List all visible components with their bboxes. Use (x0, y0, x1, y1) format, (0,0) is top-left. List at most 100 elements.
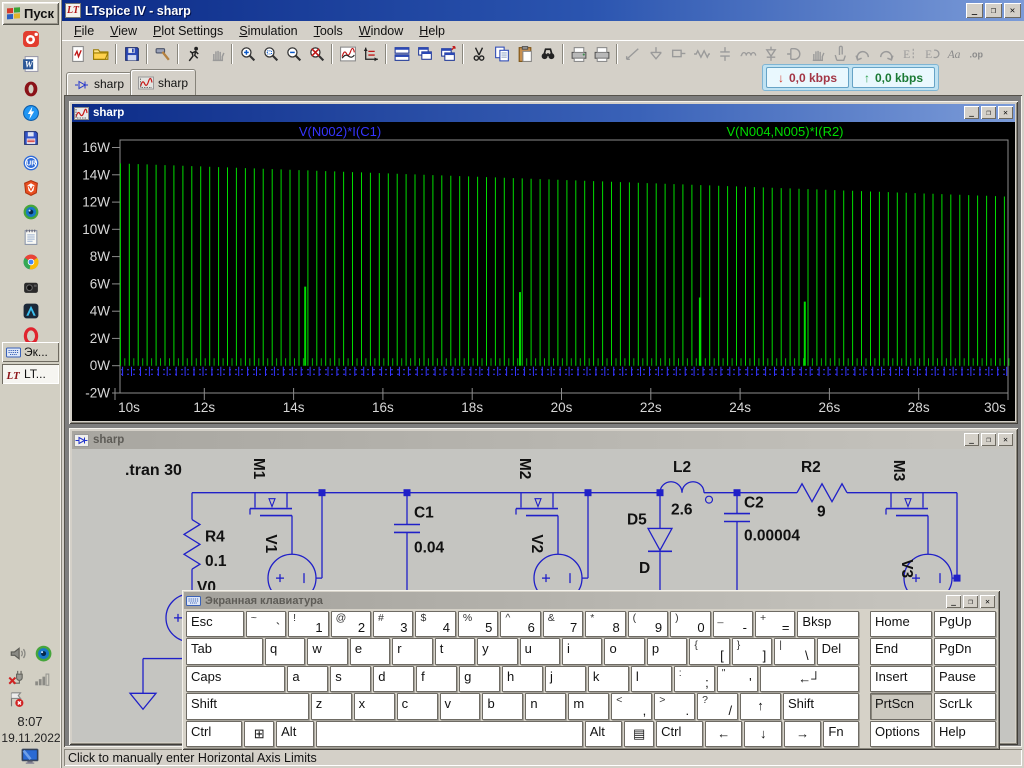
tab-sharp-schematic[interactable]: sharp (66, 72, 132, 95)
key-lctrl[interactable]: Ctrl (186, 721, 242, 747)
app-icon-floppy-save[interactable] (22, 129, 40, 147)
start-button[interactable]: Пуск (2, 2, 59, 25)
key-h[interactable]: h (502, 666, 543, 692)
toolbar-zoom-full-button[interactable] (305, 43, 328, 65)
tab-sharp-waveform[interactable]: sharp (130, 69, 196, 95)
key-3[interactable]: #3 (373, 611, 413, 637)
key-rshift[interactable]: Shift (783, 693, 859, 719)
key-6[interactable]: ^6 (500, 611, 540, 637)
key-9[interactable]: (9 (628, 611, 668, 637)
app-icon-screen-recorder[interactable] (22, 30, 40, 48)
toolbar-cut-button[interactable] (467, 43, 490, 65)
schem-close-button[interactable]: ✕ (998, 433, 1013, 446)
key-backslash[interactable]: |\ (774, 638, 814, 664)
app-icon-camera[interactable] (22, 278, 40, 296)
tray-icon-alerts-flag[interactable] (7, 690, 25, 708)
key-lshift[interactable]: Shift (186, 693, 309, 719)
key-insert[interactable]: Insert (870, 666, 932, 692)
wave-close-button[interactable]: ✕ (998, 106, 1013, 119)
app-icon-opera-mini[interactable] (22, 80, 40, 98)
key-m[interactable]: m (568, 693, 609, 719)
key-w[interactable]: w (307, 638, 347, 664)
toolbar-save-button[interactable] (120, 43, 143, 65)
key-down[interactable]: ↓ (744, 721, 781, 747)
key-semicolon[interactable]: :; (674, 666, 715, 692)
waveform-plot[interactable]: 16W14W12W10W8W6W4W2W0W-2W10s12s14s16s18s… (72, 122, 1015, 421)
key-scrlk[interactable]: ScrLk (934, 693, 996, 719)
key-a[interactable]: a (287, 666, 328, 692)
key-pause[interactable]: Pause (934, 666, 996, 692)
toolbar-control-panel-button[interactable] (151, 43, 174, 65)
key-p[interactable]: p (647, 638, 687, 664)
taskbar-button-keyboard[interactable]: Эк... (2, 342, 59, 362)
key-quote[interactable]: "' (717, 666, 758, 692)
title-bar[interactable]: LT LTspice IV - sharp _ ❐ ✕ (62, 0, 1024, 21)
tray-icon-signal-bars[interactable] (33, 669, 51, 687)
key-tab[interactable]: Tab (186, 638, 263, 664)
key-home[interactable]: Home (870, 611, 932, 637)
key-q[interactable]: q (265, 638, 305, 664)
wave-minimize-button[interactable]: _ (964, 106, 979, 119)
key-g[interactable]: g (459, 666, 500, 692)
key-1[interactable]: !1 (288, 611, 328, 637)
key-left[interactable]: ← (705, 721, 742, 747)
key-fn[interactable]: Fn (823, 721, 859, 747)
app-icon-webcam[interactable] (22, 203, 40, 221)
key-s[interactable]: s (330, 666, 371, 692)
key-u[interactable]: u (520, 638, 560, 664)
toolbar-new-schematic-button[interactable] (66, 43, 89, 65)
key-8[interactable]: *8 (585, 611, 625, 637)
app-icon-notepad[interactable] (22, 228, 40, 246)
maximize-button[interactable]: ❐ (985, 3, 1002, 18)
key-space[interactable] (316, 721, 583, 747)
key-caps[interactable]: Caps (186, 666, 285, 692)
taskbar-button-ltspice[interactable]: LTLT... (2, 364, 59, 384)
toolbar-find-button[interactable] (536, 43, 559, 65)
menu-help[interactable]: Help (411, 23, 453, 39)
key-e[interactable]: e (350, 638, 390, 664)
key-slash[interactable]: ?/ (697, 693, 738, 719)
menu-tools[interactable]: Tools (306, 23, 351, 39)
key-2[interactable]: @2 (331, 611, 371, 637)
key-n[interactable]: n (525, 693, 566, 719)
key-backtick[interactable]: ~` (246, 611, 286, 637)
waveform-title-bar[interactable]: sharp _ ❐ ✕ (72, 104, 1015, 122)
key-r[interactable]: r (392, 638, 432, 664)
key-b[interactable]: b (482, 693, 523, 719)
toolbar-open-button[interactable] (89, 43, 112, 65)
minimize-button[interactable]: _ (966, 3, 983, 18)
toolbar-autorange-y-button[interactable] (336, 43, 359, 65)
key-f[interactable]: f (416, 666, 457, 692)
key-y[interactable]: y (477, 638, 517, 664)
key-x[interactable]: x (354, 693, 395, 719)
tray-icon-no-network[interactable] (7, 668, 25, 686)
kbd-minimize-button[interactable]: _ (946, 595, 961, 608)
app-icon-brave[interactable] (22, 179, 40, 197)
key-pgup[interactable]: PgUp (934, 611, 996, 637)
key-rbracket[interactable]: }] (732, 638, 772, 664)
key-j[interactable]: j (545, 666, 586, 692)
key-k[interactable]: k (588, 666, 629, 692)
key-comma[interactable]: <, (611, 693, 652, 719)
key-win[interactable]: ⊞ (244, 721, 274, 747)
key-up[interactable]: ↑ (740, 693, 781, 719)
key-l[interactable]: l (631, 666, 672, 692)
wave-maximize-button[interactable]: ❐ (981, 106, 996, 119)
key-esc[interactable]: Esc (186, 611, 244, 637)
toolbar-paste-button[interactable] (513, 43, 536, 65)
key-del[interactable]: Del (817, 638, 859, 664)
toolbar-zoom-fit-axes-button[interactable] (359, 43, 382, 65)
key-rctrl[interactable]: Ctrl (656, 721, 703, 747)
toolbar-cascade-button[interactable] (413, 43, 436, 65)
key-4[interactable]: $4 (415, 611, 455, 637)
menu-window[interactable]: Window (351, 23, 411, 39)
menu-file[interactable]: File (66, 23, 102, 39)
schem-maximize-button[interactable]: ❐ (981, 433, 996, 446)
toolbar-run-button[interactable] (182, 43, 205, 65)
schematic-title-bar[interactable]: sharp _ ❐ ✕ (72, 431, 1015, 449)
key-pgdn[interactable]: PgDn (934, 638, 996, 664)
key-help[interactable]: Help (934, 721, 996, 747)
app-icon-atom[interactable] (22, 302, 40, 320)
key-v[interactable]: v (440, 693, 481, 719)
key-menu[interactable]: ▤ (624, 721, 654, 747)
